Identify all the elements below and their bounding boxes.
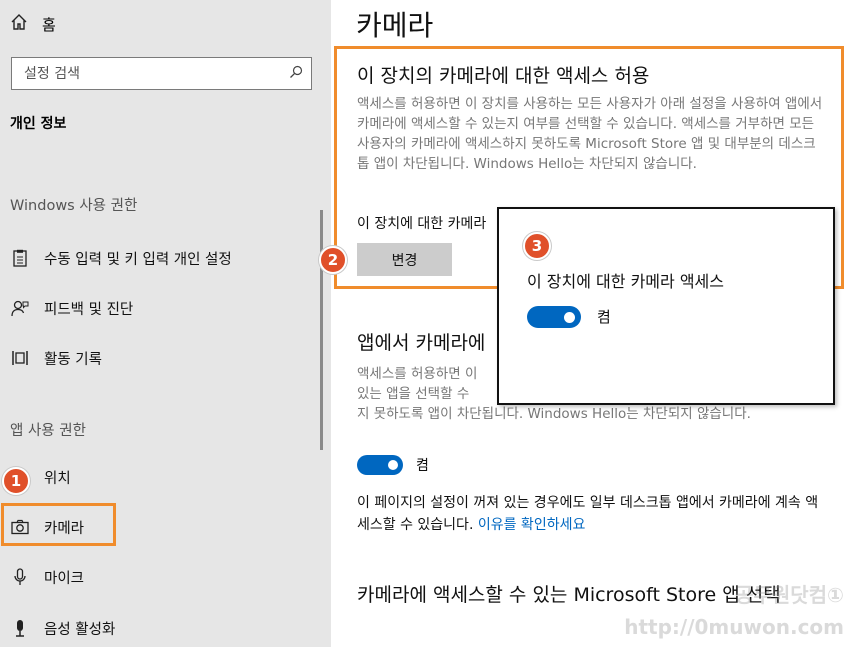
sidebar-item-label: 마이크 [44, 570, 85, 587]
step-badge-2: 2 [319, 246, 347, 274]
search-input[interactable] [24, 65, 274, 82]
sidebar-group-app: 앱 사용 권한 [10, 423, 86, 439]
sidebar-item-activity[interactable]: 활동 기록 [10, 344, 102, 372]
sidebar-item-label: 위치 [44, 470, 71, 487]
app-camera-toggle[interactable] [357, 455, 403, 475]
sidebar-item-voice[interactable]: 음성 활성화 [10, 614, 115, 642]
toggle-knob [388, 460, 398, 470]
camera-highlight-box [1, 503, 116, 546]
watermark-line1: 공무원닷컴① [735, 583, 844, 607]
search-icon[interactable] [289, 64, 303, 83]
learn-why-link[interactable]: 이유를 확인하세요 [478, 517, 586, 533]
callout-toggle-label: 켬 [597, 308, 611, 326]
watermark-line2: http://0muwon.com [624, 615, 844, 639]
sidebar-home-label: 홈 [42, 15, 56, 34]
microphone-icon [10, 567, 30, 587]
sidebar-section-title: 개인 정보 [10, 116, 67, 132]
app-camera-toggle-label: 켬 [416, 458, 429, 474]
search-box[interactable] [11, 57, 312, 90]
app-section-desc-line3: 지 못하도록 앱이 차단됩니다. Windows Hello는 차단되지 않습니… [357, 406, 751, 422]
person-feedback-icon [10, 298, 30, 318]
callout-title: 이 장치에 대한 카메라 액세스 [527, 272, 724, 291]
zoom-callout: 3 이 장치에 대한 카메라 액세스 켬 [497, 207, 835, 405]
sidebar-scrollbar[interactable] [320, 210, 323, 450]
settings-sidebar: 홈 개인 정보 Windows 사용 권한 수동 입력 및 키 입력 개인 설정… [0, 0, 331, 647]
callout-camera-toggle[interactable] [527, 306, 581, 328]
sidebar-item-microphone[interactable]: 마이크 [10, 563, 84, 591]
step-badge-1: 1 [2, 467, 30, 495]
watermark: 공무원닷컴① http://0muwon.com [624, 579, 844, 643]
sidebar-item-label: 피드백 및 진단 [44, 301, 134, 318]
home-icon [10, 13, 28, 35]
sidebar-home[interactable]: 홈 [10, 12, 56, 36]
timeline-icon [10, 348, 30, 368]
sidebar-group-windows: Windows 사용 권한 [10, 198, 138, 214]
sidebar-item-feedback[interactable]: 피드백 및 진단 [10, 294, 133, 322]
clipboard-icon [10, 248, 30, 268]
voice-icon [10, 618, 30, 638]
sidebar-item-label: 활동 기록 [44, 351, 102, 368]
page-title: 카메라 [356, 9, 434, 42]
note-text: 이 페이지의 설정이 꺼져 있는 경우에도 일부 데스크톱 앱에서 카메라에 계… [357, 495, 819, 533]
step-badge-3: 3 [523, 232, 551, 260]
app-section-note: 이 페이지의 설정이 꺼져 있는 경우에도 일부 데스크톱 앱에서 카메라에 계… [357, 492, 827, 536]
toggle-knob [564, 311, 575, 323]
app-section-title: 앱에서 카메라에 [357, 332, 486, 354]
sidebar-item-label: 수동 입력 및 키 입력 개인 설정 [44, 251, 232, 268]
sidebar-item-label: 음성 활성화 [44, 621, 116, 638]
sidebar-item-inking[interactable]: 수동 입력 및 키 입력 개인 설정 [10, 244, 232, 272]
